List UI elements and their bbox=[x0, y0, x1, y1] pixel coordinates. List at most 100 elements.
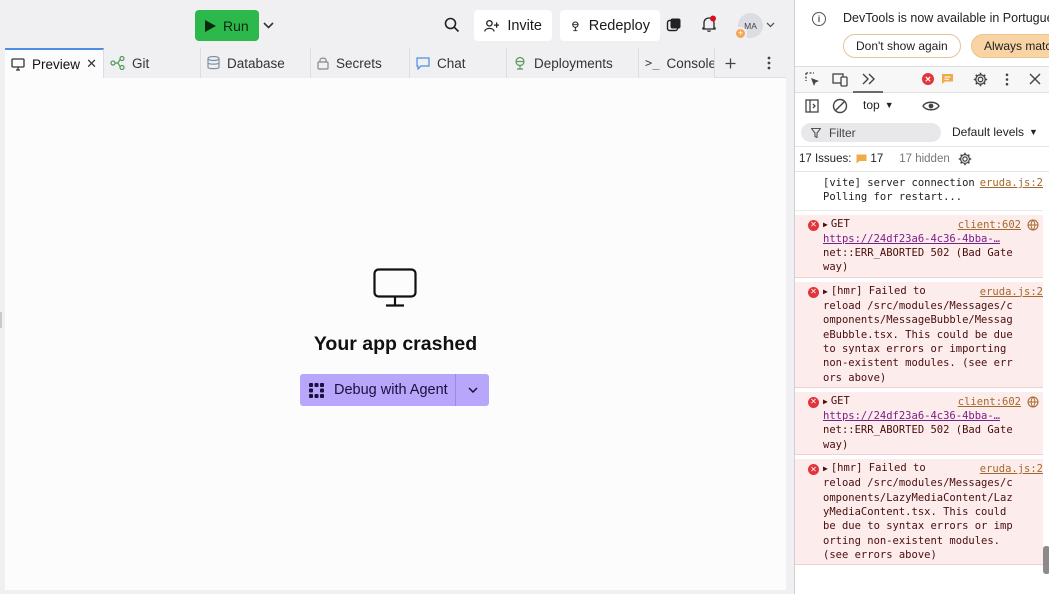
message-prefix: [hmr] Failed to bbox=[830, 284, 926, 297]
context-selector[interactable]: top ▼ bbox=[863, 98, 894, 112]
hidden-count: 17 hidden bbox=[899, 153, 950, 165]
redeploy-button[interactable]: Redeploy bbox=[560, 10, 660, 41]
console-toolbar: top ▼ bbox=[795, 94, 1049, 118]
device-toolbar-icon[interactable] bbox=[832, 72, 848, 87]
tab-label: Console bbox=[666, 55, 715, 71]
top-toolbar: Run Invite Redeploy MA + bbox=[0, 0, 794, 48]
message-source-link[interactable]: eruda.js:2 bbox=[975, 284, 1043, 300]
always-match-button[interactable]: Always match Chrome's language bbox=[971, 34, 1049, 58]
account-menu-button[interactable] bbox=[765, 20, 775, 30]
notifications-button[interactable] bbox=[699, 14, 719, 34]
filter-input[interactable]: Filter bbox=[801, 123, 941, 142]
debug-label: Debug with Agent bbox=[334, 382, 448, 398]
network-icon[interactable] bbox=[1027, 396, 1039, 408]
log-levels-dropdown[interactable]: Default levels ▼ bbox=[952, 125, 1038, 139]
debug-options-button[interactable] bbox=[455, 374, 489, 406]
expand-triangle-icon[interactable]: ▶ bbox=[823, 464, 828, 473]
monitor-icon bbox=[11, 57, 25, 71]
more-vertical-icon[interactable] bbox=[1005, 73, 1009, 86]
eye-icon[interactable] bbox=[922, 100, 940, 112]
issues-link[interactable]: 17 bbox=[856, 153, 883, 165]
lock-icon bbox=[317, 57, 329, 70]
scrollbar-thumb[interactable] bbox=[1043, 546, 1049, 574]
shell-toggle-button[interactable] bbox=[665, 16, 683, 34]
redeploy-label: Redeploy bbox=[588, 17, 650, 34]
error-count-icon[interactable]: ✕ bbox=[922, 73, 934, 85]
invite-label: Invite bbox=[507, 17, 542, 34]
filter-placeholder: Filter bbox=[829, 125, 856, 140]
expand-triangle-icon[interactable]: ▶ bbox=[823, 220, 828, 229]
clear-console-icon[interactable] bbox=[832, 98, 848, 114]
tab-deployments[interactable]: Deployments bbox=[507, 48, 639, 78]
gear-icon[interactable] bbox=[958, 152, 972, 166]
message-source-link[interactable]: eruda.js:2 bbox=[975, 462, 1043, 477]
tab-label: Git bbox=[132, 55, 150, 71]
message-source-link[interactable]: client:602 bbox=[953, 217, 1021, 232]
close-icon[interactable]: ✕ bbox=[86, 56, 97, 72]
console-message[interactable]: eruda.js:2 [vite] server connection lost… bbox=[795, 173, 1043, 211]
warning-count-icon bbox=[856, 154, 867, 164]
crash-title: Your app crashed bbox=[313, 333, 478, 355]
git-icon bbox=[110, 56, 125, 70]
more-tabs-icon[interactable] bbox=[862, 73, 876, 85]
devtools-toolbar: ✕ bbox=[795, 66, 1049, 93]
context-label: top bbox=[863, 98, 880, 112]
dont-show-again-button[interactable]: Don't show again bbox=[843, 34, 961, 58]
workspace-tabs: Preview ✕ Git Database Secrets Chat Depl… bbox=[5, 48, 786, 78]
message-text: reload /src/modules/Messages/components/… bbox=[823, 300, 1013, 384]
message-source-link[interactable]: eruda.js:2 bbox=[975, 176, 1043, 191]
tab-label: Preview bbox=[32, 56, 81, 72]
console-message[interactable]: ✕ client:602 ▶ GET https://24df23a6-4c36-… bbox=[795, 214, 1043, 278]
tab-secrets[interactable]: Secrets bbox=[311, 48, 410, 78]
console-message[interactable]: ✕ client:602 ▶ GET https://24df23a6-4c36-… bbox=[795, 391, 1043, 456]
expand-triangle-icon[interactable]: ▶ bbox=[823, 397, 828, 406]
message-prefix: GET bbox=[830, 217, 850, 230]
tab-git[interactable]: Git bbox=[104, 48, 201, 78]
error-icon: ✕ bbox=[808, 219, 819, 231]
console-message[interactable]: ✕ eruda.js:2 ▶ [hmr] Failed to reload /sr… bbox=[795, 459, 1043, 566]
expand-triangle-icon[interactable]: ▶ bbox=[823, 287, 828, 296]
search-button[interactable] bbox=[443, 16, 461, 34]
agent-icon bbox=[309, 382, 324, 398]
chevron-down-icon bbox=[467, 387, 478, 393]
message-text: reload /src/modules/Messages/components/… bbox=[823, 477, 1013, 561]
message-source-link[interactable]: client:602 bbox=[953, 394, 1021, 410]
error-icon: ✕ bbox=[808, 464, 819, 476]
message-prefix: [hmr] Failed to bbox=[830, 462, 926, 475]
tab-preview[interactable]: Preview ✕ bbox=[5, 48, 104, 78]
tab-database[interactable]: Database bbox=[201, 48, 311, 78]
invite-button[interactable]: Invite bbox=[474, 10, 552, 41]
info-icon: i bbox=[812, 12, 826, 26]
resize-handle[interactable] bbox=[0, 312, 2, 328]
message-prefix: GET bbox=[830, 394, 850, 407]
inspect-element-icon[interactable] bbox=[805, 72, 820, 87]
debug-with-agent-button[interactable]: Debug with Agent bbox=[300, 374, 455, 406]
dropdown-arrow-icon: ▼ bbox=[884, 100, 894, 110]
issues-label: 17 Issues: bbox=[799, 153, 852, 165]
tab-label: Database bbox=[227, 55, 285, 71]
tab-label: Chat bbox=[437, 55, 466, 71]
chevron-down-icon bbox=[262, 21, 274, 29]
request-url[interactable]: https://24df23a6-4c36-4bba-… bbox=[823, 232, 1013, 246]
error-icon: ✕ bbox=[808, 396, 819, 408]
console-scrollbar[interactable] bbox=[1043, 173, 1049, 594]
plus-icon bbox=[725, 58, 735, 68]
gear-icon[interactable] bbox=[973, 72, 988, 87]
levels-label: Default levels bbox=[952, 125, 1025, 139]
replit-workspace: Run Invite Redeploy MA + Preview ✕ Git D… bbox=[0, 0, 794, 594]
run-label: Run bbox=[223, 17, 249, 34]
run-options-button[interactable] bbox=[261, 16, 275, 34]
tab-console[interactable]: >_ Console bbox=[639, 48, 715, 78]
play-icon bbox=[205, 19, 216, 32]
tab-chat[interactable]: Chat bbox=[410, 48, 507, 78]
search-icon bbox=[444, 17, 460, 33]
new-tab-button[interactable] bbox=[717, 48, 743, 78]
sidebar-toggle-icon[interactable] bbox=[805, 99, 819, 113]
network-icon[interactable] bbox=[1027, 219, 1039, 231]
tabs-menu-button[interactable] bbox=[757, 48, 781, 78]
close-icon[interactable] bbox=[1029, 73, 1041, 85]
console-message[interactable]: ✕ eruda.js:2 ▶ [hmr] Failed to reload /sr… bbox=[795, 281, 1043, 388]
request-url[interactable]: https://24df23a6-4c36-4bba-… bbox=[823, 409, 1013, 423]
run-button[interactable]: Run bbox=[195, 10, 259, 41]
warning-count-icon[interactable] bbox=[941, 73, 954, 85]
